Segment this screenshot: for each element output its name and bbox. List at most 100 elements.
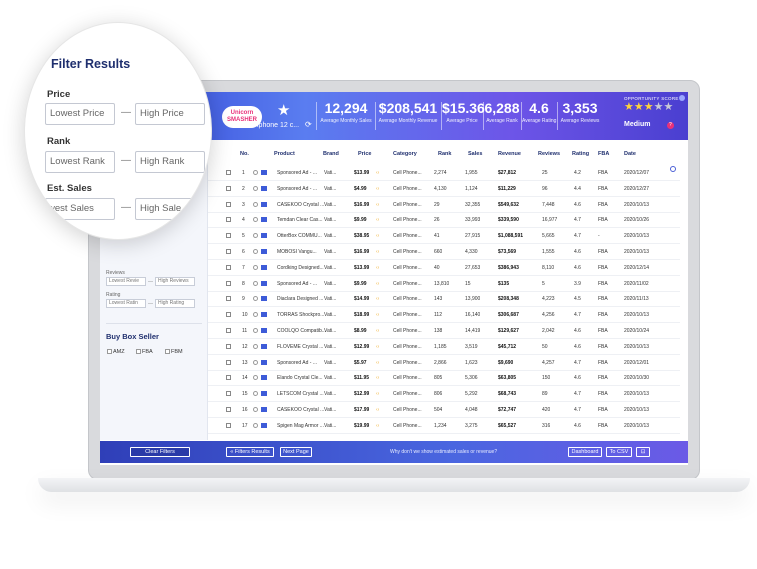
cell-product[interactable]: LETSCOM Crystal ... [277,391,329,397]
row-checkbox[interactable] [226,280,231,286]
cell-product[interactable]: MOBOSI Vangu... [277,249,329,255]
amazon-link-icon[interactable] [261,185,267,191]
row-checkbox[interactable] [226,249,231,254]
row-checkbox[interactable] [226,312,231,318]
cell-product[interactable]: Cordking Designed... [277,265,329,271]
row-checkbox[interactable] [226,296,231,302]
cell-product[interactable]: Spigen Mag Armor ... [277,423,329,429]
price-history-icon[interactable]: ‹› [376,281,379,287]
table-row[interactable]: 15 LETSCOM Crystal ... Vati... $12.99 ‹› Cell… [208,387,680,403]
amazon-link-icon[interactable] [261,343,267,349]
column-header-category[interactable]: Category [393,151,417,157]
table-row[interactable]: 13 Sponsored Ad - ... Vati... $5.97 ‹› Cell P… [208,356,680,371]
sales-max-input[interactable]: High Sale [135,198,205,220]
amazon-link-icon[interactable] [261,407,267,412]
amazon-link-icon[interactable] [261,312,267,318]
table-row[interactable]: 5 OtterBox COMMU... Vati... $38.95 ‹› Cell Ph… [208,229,680,245]
price-history-icon[interactable]: ‹› [376,407,379,413]
amazon-link-icon[interactable] [261,375,267,381]
table-row[interactable]: 1 Sponsored Ad - ... Vati... $13.99 ‹› Cell P… [208,166,680,181]
rating-max-input[interactable]: High Rating [155,299,195,308]
price-history-icon[interactable]: ‹› [376,265,379,271]
to-csv-button[interactable]: To CSV [606,447,632,457]
row-checkbox[interactable] [226,359,231,365]
table-row[interactable]: 11 COOLQO Compatib... Vati... $8.99 ‹› Cell P… [208,324,680,339]
price-history-icon[interactable]: ‹› [376,312,379,318]
row-checkbox[interactable] [226,217,231,223]
checkbox-box[interactable] [165,349,170,354]
price-history-icon[interactable]: ‹› [376,217,379,223]
amazon-link-icon[interactable] [261,249,267,254]
estimates-help-link[interactable]: Why don't we show estimated sales or rev… [390,449,497,455]
price-history-icon[interactable]: ‹› [376,360,379,366]
reviews-min-input[interactable]: Lowest Revie [106,277,146,286]
checkbox-box[interactable] [136,349,141,354]
column-header-brand[interactable]: Brand [323,151,339,157]
cell-product[interactable]: CASEKOO Crystal ... [277,202,329,208]
filters-results-button[interactable]: « Filters Results [226,447,274,457]
amazon-link-icon[interactable] [261,264,267,270]
price-history-icon[interactable]: ‹› [376,375,379,381]
chart-icon[interactable]: ⊡ [636,447,650,457]
table-row[interactable]: 10 TORRAS Shockpro... Vati... $18.99 ‹› Cell … [208,308,680,324]
column-header-date[interactable]: Date [624,151,636,157]
cell-product[interactable]: Sponsored Ad - ... [277,360,329,366]
next-page-button[interactable]: Next Page [280,447,312,457]
price-history-icon[interactable]: ‹› [376,202,379,208]
column-header-revenue[interactable]: Revenue [498,151,521,157]
column-header-reviews[interactable]: Reviews [538,151,560,157]
row-checkbox[interactable] [226,185,231,191]
column-header-rank[interactable]: Rank [438,151,451,157]
rank-max-input[interactable]: High Rank [135,151,205,173]
scrollbar-thumb[interactable] [670,166,676,172]
row-checkbox[interactable] [226,264,231,270]
price-history-icon[interactable]: ‹› [376,186,379,192]
amazon-link-icon[interactable] [261,201,267,207]
price-history-icon[interactable]: ‹› [376,249,379,255]
row-checkbox[interactable] [226,201,231,207]
price-history-icon[interactable]: ‹› [376,423,379,429]
row-checkbox[interactable] [226,233,231,239]
row-checkbox[interactable] [226,407,231,412]
amazon-link-icon[interactable] [261,280,267,286]
row-checkbox[interactable] [226,170,231,175]
cell-product[interactable]: COOLQO Compatib... [277,328,329,334]
cell-product[interactable]: CASEKOO Crystal ... [277,407,329,413]
table-row[interactable]: 17 Spigen Mag Armor ... Vati... $19.99 ‹› Cel… [208,419,680,434]
checkbox-fba[interactable]: FBA [136,349,153,355]
cell-product[interactable]: Sponsored Ad - ... [277,170,329,176]
amazon-link-icon[interactable] [261,422,267,428]
row-checkbox[interactable] [226,375,231,381]
table-row[interactable]: 6 MOBOSI Vangu... Vati... $16.99 ‹› Cell Phon… [208,245,680,260]
amazon-link-icon[interactable] [261,328,267,333]
rank-min-input[interactable]: Lowest Rank [45,151,115,173]
clear-filters-button[interactable]: Clear Filters [130,447,190,457]
column-header-no[interactable]: No. [240,151,249,157]
table-row[interactable]: 16 CASEKOO Crystal ... Vati... $17.99 ‹› Cell… [208,403,680,418]
cell-product[interactable]: Sponsored Ad - ... [277,281,329,287]
sales-min-input[interactable]: west Sales [45,198,115,220]
cell-product[interactable]: Elando Crystal Cle... [277,375,329,381]
dashboard-button[interactable]: Dashboard [568,447,602,457]
checkbox-fbm[interactable]: FBM [165,349,183,355]
price-history-icon[interactable]: ‹› [376,328,379,334]
cell-product[interactable]: Temdan Clear Cas... [277,217,329,223]
row-checkbox[interactable] [226,328,231,333]
price-min-input[interactable]: Lowest Price [45,103,115,125]
column-header-rating[interactable]: Rating [572,151,589,157]
favorite-star-icon[interactable]: ★ [277,101,290,119]
help-icon[interactable]: ? [666,122,674,129]
amazon-link-icon[interactable] [261,217,267,223]
price-history-icon[interactable]: ‹› [376,296,379,302]
amazon-link-icon[interactable] [261,233,267,239]
amazon-link-icon[interactable] [261,359,267,365]
column-header-product[interactable]: Product [274,151,295,157]
price-history-icon[interactable]: ‹› [376,344,379,350]
table-row[interactable]: 3 CASEKOO Crystal ... Vati... $16.99 ‹› Cell … [208,198,680,213]
row-checkbox[interactable] [226,391,231,397]
column-header-price[interactable]: Price [358,151,371,157]
row-checkbox[interactable] [226,343,231,349]
table-row[interactable]: 4 Temdan Clear Cas... Vati... $9.99 ‹› Cell P… [208,213,680,229]
column-header-sales[interactable]: Sales [468,151,482,157]
row-checkbox[interactable] [226,422,231,428]
